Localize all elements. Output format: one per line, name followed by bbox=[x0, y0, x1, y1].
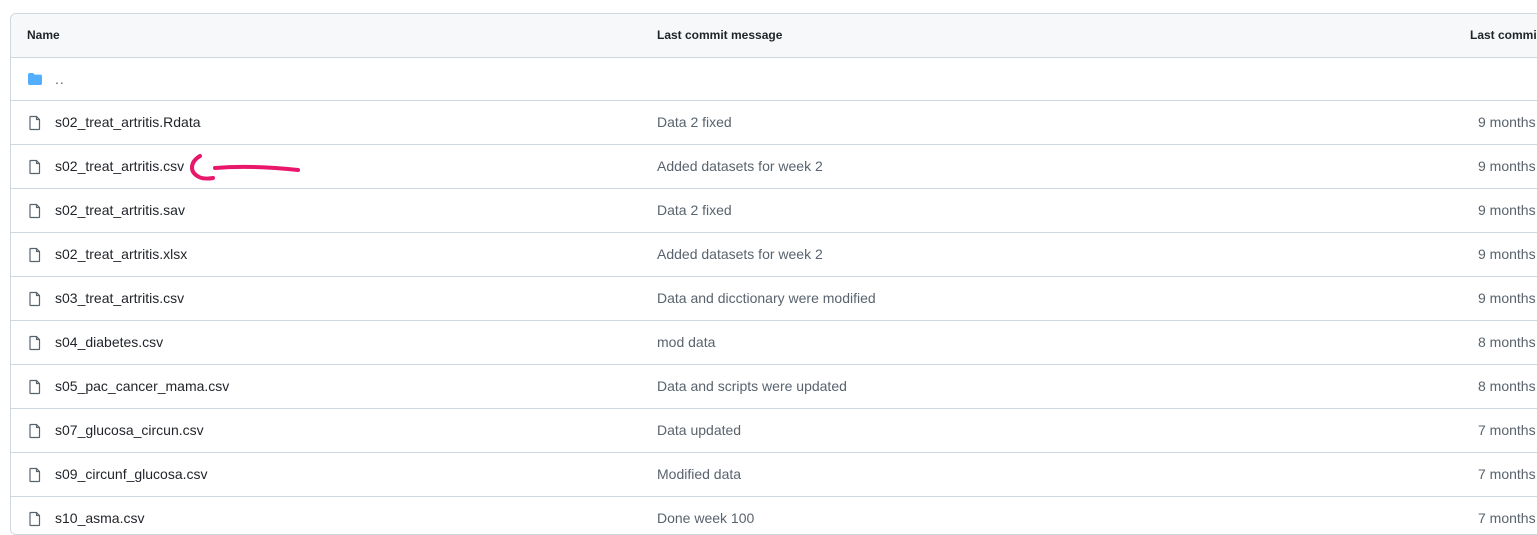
file-name-link[interactable]: s02_treat_artritis.csv bbox=[55, 145, 184, 188]
table-row[interactable]: s02_treat_artritis.sav Data 2 fixed 9 mont… bbox=[11, 189, 1537, 233]
file-name-link[interactable]: s05_pac_cancer_mama.csv bbox=[55, 365, 229, 408]
table-row[interactable]: s04_diabetes.csv mod data 8 months bbox=[11, 321, 1537, 365]
table-row[interactable]: s02_treat_artritis.csv Added datasets for… bbox=[11, 145, 1537, 189]
commit-date: 9 months bbox=[1478, 246, 1536, 262]
table-row[interactable]: s03_treat_artritis.csv Data and dicctiona… bbox=[11, 277, 1537, 321]
commit-message-link[interactable]: Done week 100 bbox=[657, 497, 754, 534]
file-name-link[interactable]: s02_treat_artritis.xlsx bbox=[55, 233, 187, 276]
commit-date: 9 months bbox=[1478, 114, 1536, 130]
file-icon bbox=[29, 159, 41, 174]
commit-message-link[interactable]: Data updated bbox=[657, 409, 741, 452]
table-row[interactable]: s07_glucosa_circun.csv Data updated 7 mont… bbox=[11, 409, 1537, 453]
commit-message-link[interactable]: Added datasets for week 2 bbox=[657, 145, 823, 188]
file-name-link[interactable]: s02_treat_artritis.Rdata bbox=[55, 101, 201, 144]
file-name-link[interactable]: s02_treat_artritis.sav bbox=[55, 189, 185, 232]
commit-message-link[interactable]: Modified data bbox=[657, 453, 741, 496]
commit-message-link[interactable]: Data 2 fixed bbox=[657, 189, 732, 232]
file-browser-table: Name Last commit message Last commi .. s… bbox=[10, 13, 1537, 535]
commit-date: 9 months bbox=[1478, 158, 1536, 174]
commit-message-link[interactable]: Data and dicctionary were modified bbox=[657, 277, 876, 320]
table-row[interactable]: s10_asma.csv Done week 100 7 months bbox=[11, 497, 1537, 534]
commit-date: 7 months bbox=[1478, 422, 1536, 438]
table-row[interactable]: s05_pac_cancer_mama.csv Data and scripts … bbox=[11, 365, 1537, 409]
commit-date: 7 months bbox=[1478, 510, 1536, 526]
table-row[interactable]: s02_treat_artritis.xlsx Added datasets fo… bbox=[11, 233, 1537, 277]
commit-message-link[interactable]: Added datasets for week 2 bbox=[657, 233, 823, 276]
header-commit-message: Last commit message bbox=[657, 28, 783, 42]
table-header: Name Last commit message Last commi bbox=[11, 14, 1537, 58]
file-icon bbox=[29, 115, 41, 130]
file-name-link[interactable]: s03_treat_artritis.csv bbox=[55, 277, 184, 320]
folder-icon bbox=[28, 73, 42, 85]
file-icon bbox=[29, 379, 41, 394]
commit-message-link[interactable]: Data and scripts were updated bbox=[657, 365, 847, 408]
parent-directory-link[interactable]: .. bbox=[55, 58, 65, 100]
file-icon bbox=[29, 423, 41, 438]
file-icon bbox=[29, 247, 41, 262]
table-row[interactable]: s02_treat_artritis.Rdata Data 2 fixed 9 mo… bbox=[11, 101, 1537, 145]
file-icon bbox=[29, 335, 41, 350]
file-icon bbox=[29, 467, 41, 482]
parent-directory-row[interactable]: .. bbox=[11, 58, 1537, 101]
commit-date: 9 months bbox=[1478, 290, 1536, 306]
file-icon bbox=[29, 511, 41, 526]
table-row[interactable]: s09_circunf_glucosa.csv Modified data 7 mo… bbox=[11, 453, 1537, 497]
file-name-link[interactable]: s04_diabetes.csv bbox=[55, 321, 163, 364]
commit-date: 9 months bbox=[1478, 202, 1536, 218]
commit-date: 7 months bbox=[1478, 466, 1536, 482]
commit-message-link[interactable]: Data 2 fixed bbox=[657, 101, 732, 144]
commit-message-link[interactable]: mod data bbox=[657, 321, 715, 364]
file-name-link[interactable]: s09_circunf_glucosa.csv bbox=[55, 453, 208, 496]
file-list: s02_treat_artritis.Rdata Data 2 fixed 9 mo… bbox=[11, 101, 1537, 534]
header-name: Name bbox=[27, 28, 60, 42]
file-icon bbox=[29, 291, 41, 306]
file-icon bbox=[29, 203, 41, 218]
commit-date: 8 months bbox=[1478, 378, 1536, 394]
commit-date: 8 months bbox=[1478, 334, 1536, 350]
file-name-link[interactable]: s10_asma.csv bbox=[55, 497, 144, 534]
file-name-link[interactable]: s07_glucosa_circun.csv bbox=[55, 409, 204, 452]
header-commit-date: Last commi bbox=[1470, 28, 1537, 42]
